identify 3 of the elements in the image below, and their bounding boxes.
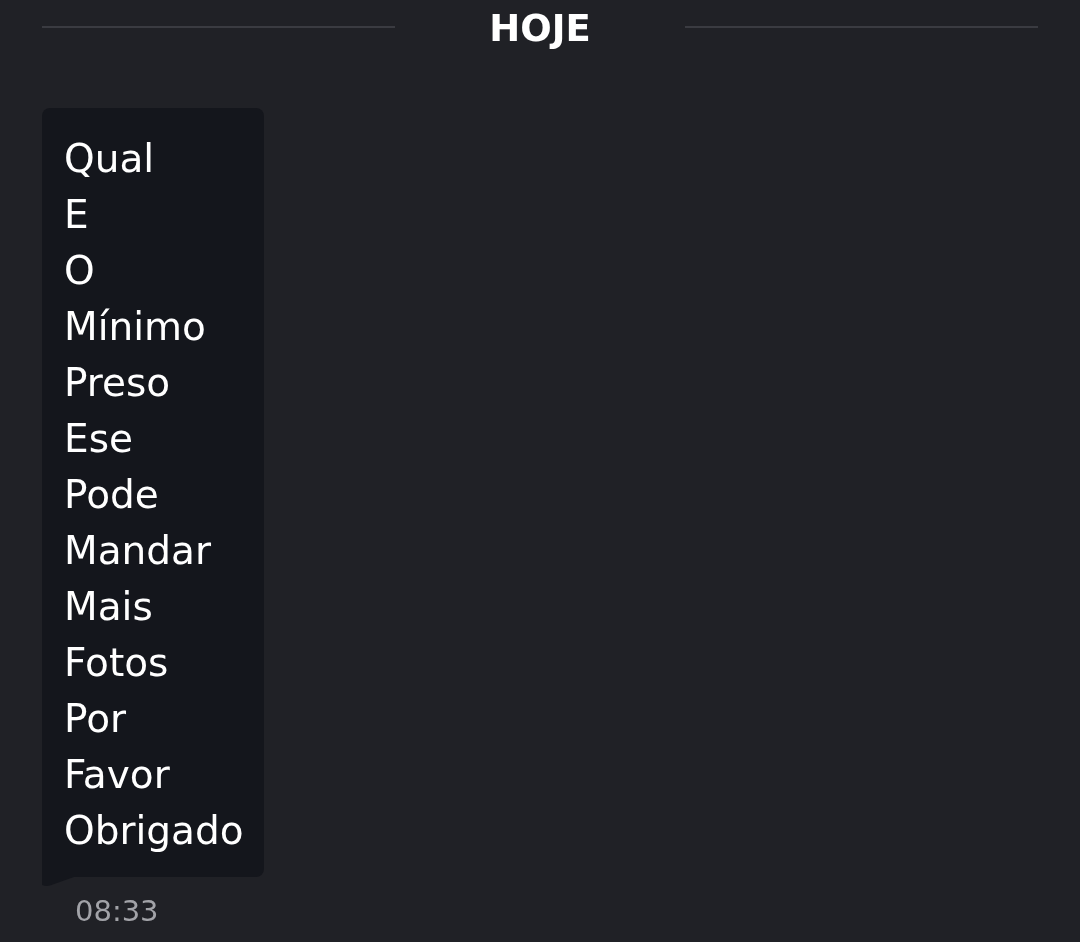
message-time: 08:33	[75, 893, 159, 929]
date-divider-label: HOJE	[489, 7, 591, 51]
message-text: Qual E O Mínimo Preso Ese Pode Mandar Mais Fotos Por Favor Obrigado	[64, 135, 244, 855]
